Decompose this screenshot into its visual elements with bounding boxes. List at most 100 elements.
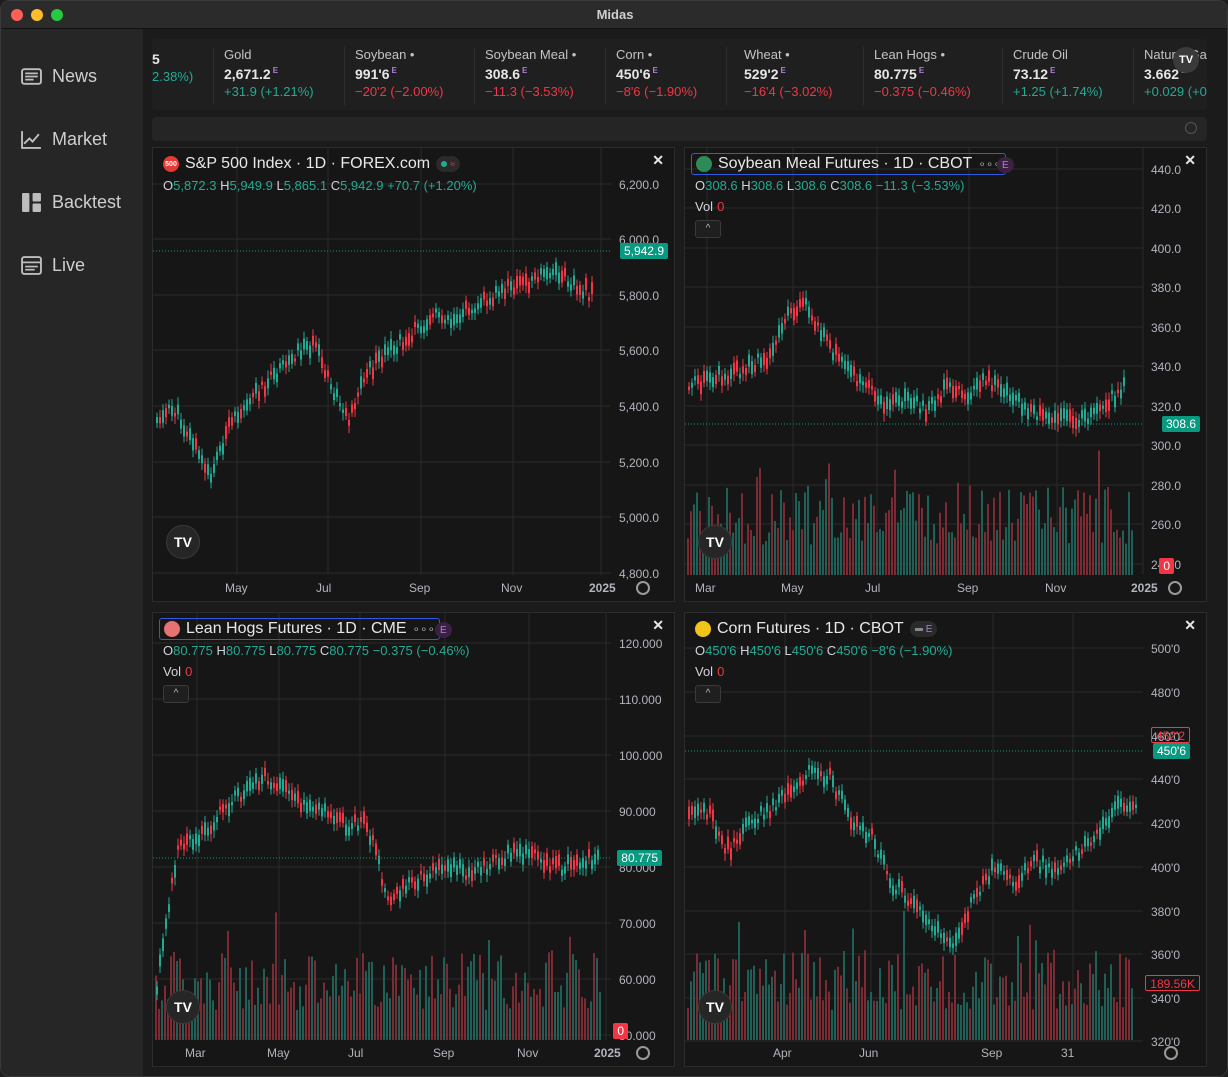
volume-bar: [771, 494, 773, 575]
close-panel-button[interactable]: ✕: [652, 152, 664, 169]
volume-bar: [1122, 1007, 1124, 1040]
chart-panel-lean-hogs[interactable]: 120.000 110.000 100.000 90.000 80.000 70.000 6…: [152, 612, 675, 1067]
close-panel-button[interactable]: ✕: [1184, 152, 1196, 169]
volume-bar: [759, 468, 761, 575]
status-pill[interactable]: ≈: [436, 156, 461, 172]
candle-body: [288, 790, 290, 794]
ticker-item[interactable]: Wheat • 529'2 E −16'4 (−3.02%): [734, 47, 864, 105]
symbol-header[interactable]: Lean Hogs Futures · 1D · CME ∘∘∘: [159, 618, 441, 640]
soybean-meal-price-chart[interactable]: 440.0 420.0 400.0 380.0 360.0 340.0 320.0 300.0…: [685, 148, 1207, 602]
settings-gear-icon[interactable]: [1168, 581, 1182, 595]
volume-bar: [693, 971, 695, 1040]
symbol-search-bar[interactable]: [152, 117, 1207, 141]
more-options-icon[interactable]: ∘∘∘: [413, 622, 436, 636]
volume-bar: [596, 958, 598, 1040]
candle-body: [267, 780, 269, 785]
ticker-item[interactable]: 5 2.38%): [152, 47, 214, 105]
ticker-item[interactable]: Crude Oil 73.12 E +1.25 (+1.74%): [1003, 47, 1134, 105]
ticker-item[interactable]: Soybean • 991'6 E −20'2 (−2.00%): [345, 47, 475, 105]
settings-gear-icon[interactable]: [636, 1046, 650, 1060]
volume-bar: [380, 1001, 382, 1040]
tradingview-logo-icon[interactable]: TV: [166, 525, 200, 559]
status-pill[interactable]: E: [909, 621, 938, 637]
candle-body: [1084, 408, 1086, 422]
candle-body: [721, 835, 723, 845]
settings-gear-icon[interactable]: [636, 581, 650, 595]
candle-body: [820, 329, 822, 342]
sidebar-item-label: Backtest: [52, 191, 122, 212]
candle-body: [982, 373, 984, 380]
ticker-tape[interactable]: 5 2.38%) Gold 2,671.2 E +31.9 (+1.21%) So…: [152, 39, 1207, 110]
volume-bar: [783, 953, 785, 1040]
volume-bar: [900, 510, 902, 575]
volume-bar: [786, 539, 788, 575]
y-axis-label: 340.0: [1151, 360, 1181, 374]
volume-bar: [1101, 542, 1103, 575]
candle-body: [186, 431, 188, 437]
settings-gear-icon[interactable]: [1164, 1046, 1178, 1060]
candle-body: [922, 400, 924, 406]
ticker-item[interactable]: Soybean Meal • 308.6 E −11.3 (−3.53%): [475, 47, 606, 105]
candle-body: [1018, 392, 1020, 402]
volume-bar: [987, 959, 989, 1040]
ticker-name: Lean Hogs •: [874, 47, 946, 62]
corn-price-chart[interactable]: 500'0480'0460'0440'0420'0400'0380'0360'0…: [685, 613, 1207, 1067]
close-panel-button[interactable]: ✕: [1184, 617, 1196, 634]
candle-body: [432, 863, 434, 871]
chart-panel-soybean-meal[interactable]: 440.0 420.0 400.0 380.0 360.0 340.0 320.0 300.0…: [684, 147, 1207, 602]
volume-bar: [972, 536, 974, 575]
volume-bar: [305, 984, 307, 1040]
ticker-item[interactable]: Lean Hogs • 80.775 E −0.375 (−0.46%): [864, 47, 1003, 105]
volume-bar: [242, 1008, 244, 1040]
sidebar-item-market[interactable]: Market: [21, 124, 107, 154]
candle-body: [375, 352, 377, 364]
candle-body: [865, 832, 867, 844]
volume-bar: [978, 524, 980, 575]
candle-body: [378, 350, 380, 362]
symbol-header[interactable]: Soybean Meal Futures · 1D · CBOT ∘∘∘: [691, 153, 1006, 175]
volume-bar: [834, 969, 836, 1040]
volume-bar: [320, 998, 322, 1040]
y-axis-label: 5,200.0: [619, 456, 659, 470]
tradingview-logo-icon[interactable]: TV: [1173, 47, 1199, 73]
chart-panel-corn[interactable]: 500'0 480'0 460'0 440'0 420'0 400'0 380'0 360'0…: [684, 612, 1207, 1067]
tradingview-logo-icon[interactable]: TV: [698, 990, 732, 1024]
volume-bar: [1101, 1005, 1103, 1040]
symbol-header[interactable]: Corn Futures · 1D · CBOT E: [691, 618, 941, 640]
tradingview-logo-icon[interactable]: TV: [698, 525, 732, 559]
candle-body: [576, 285, 578, 295]
collapse-legend-button[interactable]: ^: [695, 685, 721, 703]
volume-bar: [251, 960, 253, 1040]
sidebar-item-backtest[interactable]: Backtest: [21, 187, 121, 217]
symbol-header[interactable]: 500 S&P 500 Index · 1D · FOREX.com ≈: [159, 153, 464, 175]
x-axis-label: Jul: [316, 581, 331, 595]
collapse-legend-button[interactable]: ^: [163, 685, 189, 703]
volume-bar: [1116, 529, 1118, 575]
ticker-item[interactable]: Corn • 450'6 E −8'6 (−1.90%): [606, 47, 727, 105]
lean-hogs-price-chart[interactable]: 120.000110.000100.00090.00080.00070.0006…: [153, 613, 675, 1067]
candle-body: [177, 404, 179, 415]
ticker-item[interactable]: Gold 2,671.2 E +31.9 (+1.21%): [214, 47, 345, 105]
volume-bar: [915, 520, 917, 575]
candle-body: [757, 818, 759, 824]
candle-body: [195, 833, 197, 845]
sidebar-item-live[interactable]: Live: [21, 250, 85, 280]
volume-bar: [446, 963, 448, 1040]
volume-bar: [744, 991, 746, 1040]
ohlc-legend: O5,872.3 H5,949.9 L5,865.1 C5,942.9 +70.…: [163, 178, 477, 193]
add-icon[interactable]: [1185, 122, 1197, 134]
volume-bar: [1023, 495, 1025, 575]
volume-bar: [1026, 503, 1028, 575]
volume-bar: [798, 501, 800, 575]
chart-panel-sp500[interactable]: 6,200.0 6,000.0 5,800.0 5,600.0 5,400.0 5,200…: [152, 147, 675, 602]
previous-close-tag: 452'2: [1151, 727, 1190, 743]
sp500-price-chart[interactable]: 6,200.06,000.05,800.05,600.05,400.05,200…: [153, 148, 675, 602]
volume-bar: [1050, 517, 1052, 575]
volume-bar: [984, 532, 986, 575]
close-panel-button[interactable]: ✕: [652, 617, 664, 634]
volume-bar: [801, 529, 803, 575]
collapse-legend-button[interactable]: ^: [695, 220, 721, 238]
tradingview-logo-icon[interactable]: TV: [166, 990, 200, 1024]
candle-body: [177, 845, 179, 850]
sidebar-item-news[interactable]: News: [21, 61, 97, 91]
